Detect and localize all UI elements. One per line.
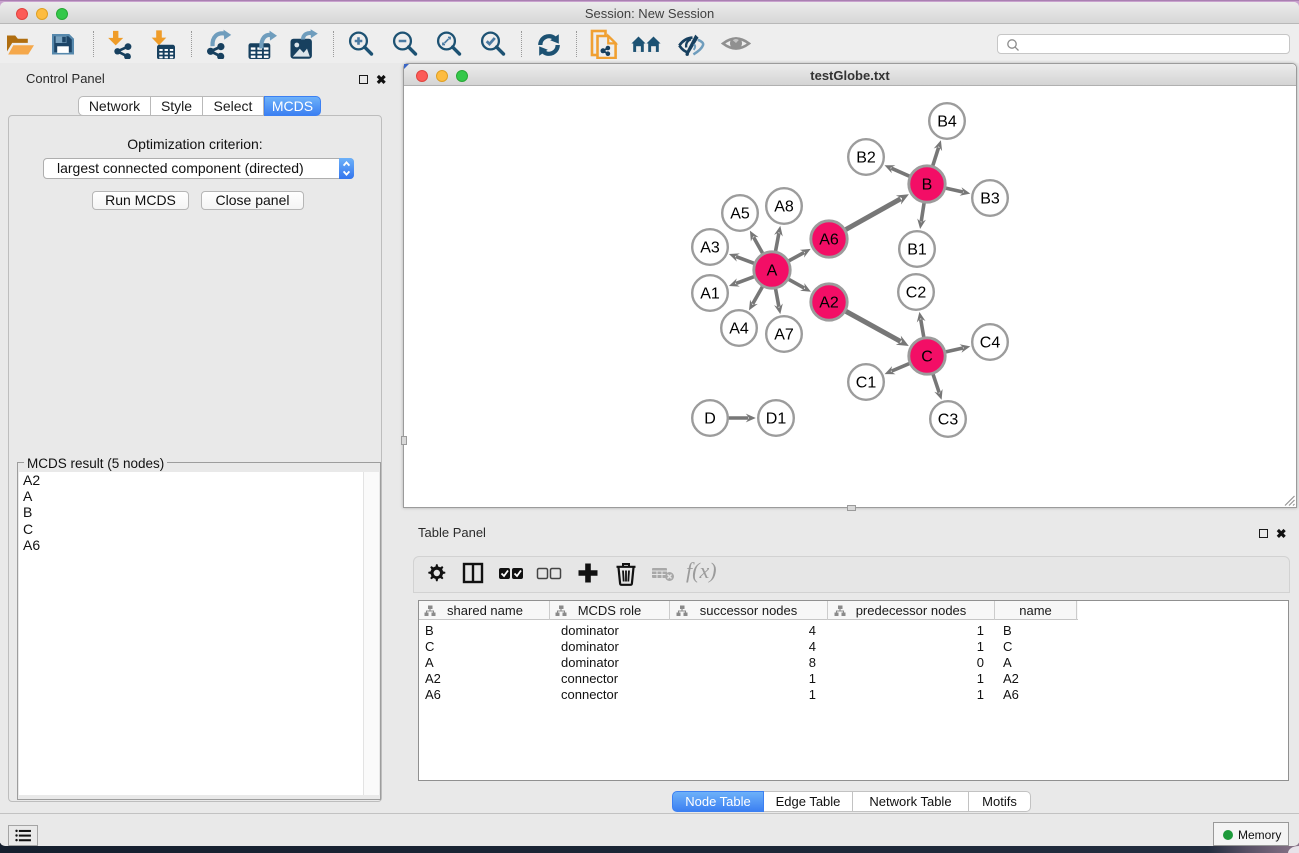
svg-text:D: D [704,411,716,428]
svg-text:C1: C1 [856,375,877,392]
svg-text:A8: A8 [774,199,794,216]
svg-text:A3: A3 [700,240,720,257]
svg-text:A4: A4 [729,321,749,338]
svg-text:C2: C2 [906,285,927,302]
svg-text:C: C [921,349,933,366]
svg-text:B3: B3 [980,191,1000,208]
svg-text:A1: A1 [700,286,720,303]
svg-text:B: B [922,177,933,194]
svg-text:C4: C4 [980,335,1001,352]
svg-text:B4: B4 [937,114,957,131]
svg-text:D1: D1 [766,411,787,428]
svg-text:C3: C3 [938,412,959,429]
svg-text:A: A [767,263,778,280]
svg-text:B2: B2 [856,150,876,167]
svg-text:A5: A5 [730,206,750,223]
svg-text:B1: B1 [907,242,927,259]
svg-text:A7: A7 [774,327,794,344]
svg-text:A6: A6 [819,232,839,249]
svg-text:A2: A2 [819,295,839,312]
